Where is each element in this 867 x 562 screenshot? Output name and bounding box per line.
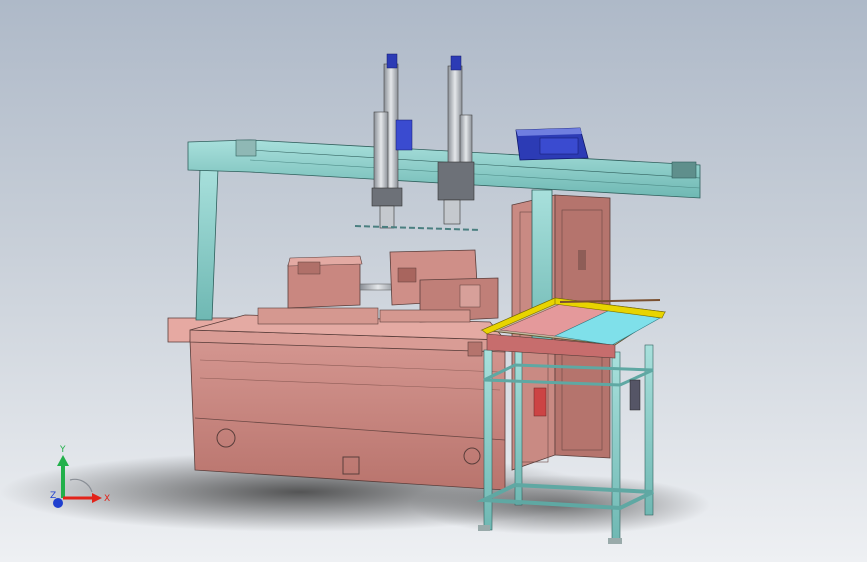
- x-axis-label: X: [104, 494, 110, 504]
- spindle-assembly-right: [379, 249, 499, 323]
- vertical-axis-left: [371, 53, 413, 229]
- cad-viewport[interactable]: Y X Z: [0, 0, 867, 562]
- z-axis-label: Z: [50, 491, 56, 501]
- workpiece-rod: [354, 225, 481, 231]
- y-axis-label: Y: [59, 445, 66, 455]
- machine-model: Y X Z: [0, 53, 710, 544]
- machine-base: [167, 314, 506, 491]
- servo-motor: [515, 127, 589, 161]
- spindle-assembly-left: [257, 255, 397, 325]
- vertical-axis-right: [437, 55, 475, 225]
